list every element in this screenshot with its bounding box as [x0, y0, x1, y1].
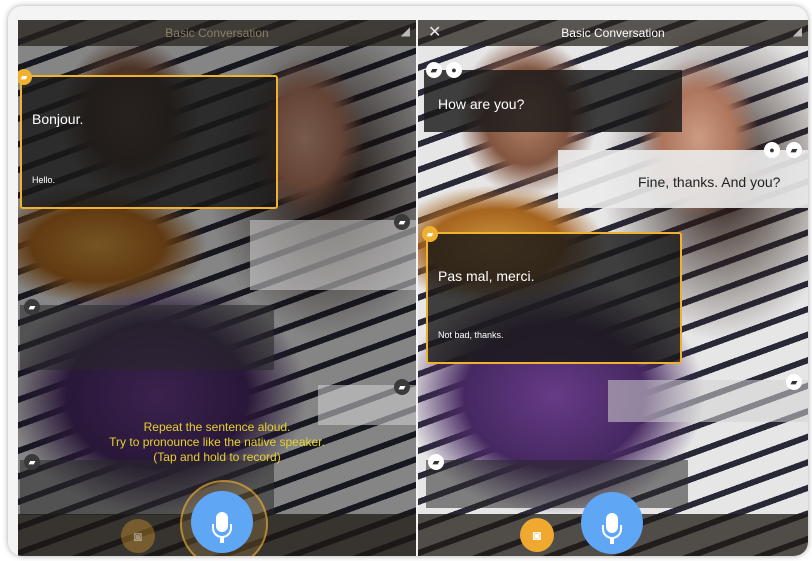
instruction-line: Repeat the sentence aloud.	[143, 420, 291, 434]
sentence-text: Fine, thanks. And you?	[638, 174, 781, 190]
settings-icon[interactable]: ◢	[793, 24, 802, 38]
left-screen: Basic Conversation ◢ ▰ Bonjour. Hello. ▰…	[18, 20, 416, 556]
sentence-text: How are you?	[438, 96, 525, 112]
sentence-text: Bonjour.	[32, 111, 84, 127]
translation-text: Hello.	[32, 175, 56, 185]
translation-text: Not bad, thanks.	[438, 330, 504, 340]
right-screen: ✕ Basic Conversation ◢ ▰ ● How are you? …	[418, 20, 808, 556]
speech-bubble-icon: ▰	[394, 214, 410, 230]
speech-bubble-icon: ▰	[394, 379, 410, 395]
ghost-bubble: ▰	[426, 454, 688, 508]
ghost-bubble: ▰	[20, 299, 274, 370]
active-sentence-bubble[interactable]: ▰ Pas mal, merci. Not bad, thanks.	[422, 226, 682, 364]
headset-icon[interactable]: ◙	[121, 519, 155, 553]
settings-icon[interactable]: ◢	[401, 24, 410, 38]
speech-bubble-icon: ▰	[24, 299, 40, 315]
ghost-bubble: ▰	[608, 374, 808, 422]
person-icon: ●	[446, 62, 462, 78]
sentence-bubble[interactable]: ● ▰ Fine, thanks. And you?	[558, 142, 808, 208]
ghost-bubble: ▰	[318, 379, 416, 425]
device-frame: Basic Conversation ◢ ▰ Bonjour. Hello. ▰…	[8, 6, 808, 556]
record-instructions: Repeat the sentence aloud. Try to pronou…	[18, 420, 416, 465]
headset-icon[interactable]: ◙	[520, 518, 554, 552]
speech-bubble-icon: ▰	[786, 142, 802, 158]
sentence-bubble[interactable]: ▰ ● How are you?	[424, 62, 682, 132]
sentence-text: Pas mal, merci.	[438, 268, 535, 284]
person-icon: ●	[764, 142, 780, 158]
speech-bubble-icon: ▰	[422, 226, 438, 242]
title-bar: Basic Conversation ◢	[18, 20, 416, 46]
microphone-icon	[212, 512, 232, 543]
microphone-button[interactable]	[581, 492, 643, 554]
page-title: Basic Conversation	[165, 26, 269, 40]
instruction-line: (Tap and hold to record)	[153, 450, 281, 464]
active-sentence-bubble[interactable]: ▰ Bonjour. Hello.	[18, 69, 278, 209]
speech-bubble-icon: ▰	[426, 62, 442, 78]
instruction-line: Try to pronounce like the native speaker…	[109, 435, 325, 449]
page-title: Basic Conversation	[561, 26, 665, 40]
speech-bubble-icon: ▰	[18, 69, 32, 85]
speech-bubble-icon: ▰	[428, 454, 444, 470]
microphone-icon	[602, 513, 622, 544]
ghost-bubble: ▰	[250, 214, 416, 290]
title-bar: ✕ Basic Conversation ◢	[418, 20, 808, 46]
speech-bubble-icon: ▰	[786, 374, 802, 390]
microphone-button[interactable]	[191, 491, 253, 553]
